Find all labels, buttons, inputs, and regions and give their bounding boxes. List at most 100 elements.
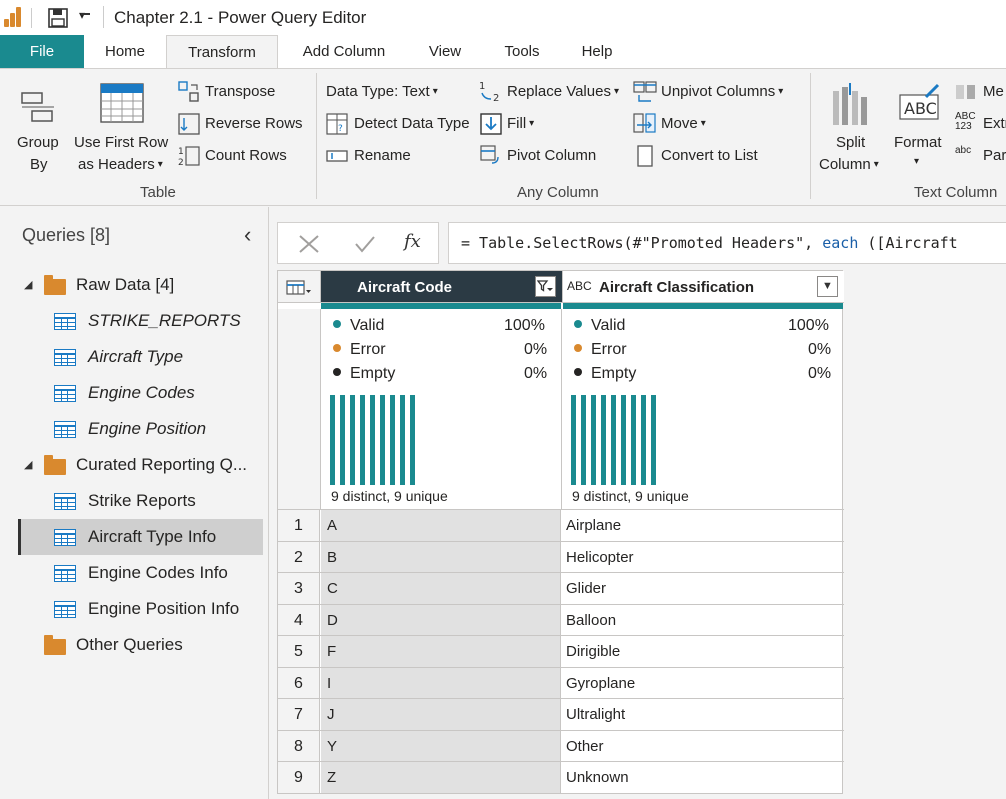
rename-button[interactable]: Rename — [354, 147, 411, 164]
query-group-other-queries[interactable]: Other Queries — [0, 627, 266, 663]
fill-button[interactable]: Fill ▾ — [507, 115, 534, 132]
data-type-dropdown[interactable]: Data Type: Text ▾ — [326, 83, 438, 100]
tab-transform[interactable]: Transform — [166, 35, 278, 69]
cell-aircraft-classification[interactable]: Unknown — [562, 762, 843, 793]
save-icon[interactable] — [48, 8, 68, 28]
merge-columns-icon — [956, 85, 975, 99]
query-item[interactable]: Engine Position Info — [0, 591, 266, 627]
table-row[interactable]: 2 B Helicopter — [278, 540, 844, 573]
table-icon — [54, 601, 76, 618]
empty-percent: 0% — [808, 365, 832, 382]
query-item-label: Strike Reports — [88, 491, 196, 510]
cell-aircraft-code[interactable]: F — [321, 636, 561, 667]
query-group-raw-data[interactable]: ◢ Raw Data [4] — [0, 267, 266, 303]
count-rows-button[interactable]: Count Rows — [205, 147, 287, 164]
cell-aircraft-code[interactable]: I — [321, 667, 561, 699]
query-item-selected[interactable]: Aircraft Type Info — [18, 519, 263, 555]
cell-aircraft-code[interactable]: C — [321, 573, 561, 604]
cell-aircraft-code[interactable]: Z — [321, 762, 561, 793]
tab-home[interactable]: Home — [84, 35, 166, 68]
query-item[interactable]: Aircraft Type — [0, 339, 266, 375]
move-button[interactable]: Move ▾ — [661, 115, 706, 132]
detect-data-type-button[interactable]: Detect Data Type — [354, 115, 470, 132]
divider — [31, 8, 32, 28]
table-row[interactable]: 9 Z Unknown — [278, 761, 844, 793]
expand-triangle-icon[interactable]: ◢ — [24, 267, 32, 303]
table-group-label: Table — [140, 184, 176, 201]
formula-text[interactable]: = Table.SelectRows(#"Promoted Headers", … — [461, 234, 958, 252]
cell-aircraft-code[interactable]: Y — [321, 730, 561, 762]
queries-pane-title: Queries [8] — [22, 225, 111, 245]
unpivot-columns-button[interactable]: Unpivot Columns ▾ — [661, 83, 783, 100]
merge-columns-button[interactable]: Me — [983, 83, 1004, 100]
parse-button[interactable]: Pars — [983, 147, 1006, 164]
use-first-row-as-headers-button[interactable]: Use First Row as Headers ▾ — [72, 81, 176, 191]
cell-aircraft-classification[interactable]: Airplane — [562, 510, 843, 541]
commit-formula-icon[interactable] — [354, 234, 376, 254]
reverse-rows-button[interactable]: Reverse Rows — [205, 115, 303, 132]
cell-aircraft-classification[interactable]: Helicopter — [562, 542, 843, 573]
table-row[interactable]: 6 I Gyroplane — [278, 666, 844, 699]
query-item[interactable]: Engine Codes Info — [0, 555, 266, 591]
text-type-icon[interactable]: ABC — [567, 279, 592, 293]
cell-aircraft-classification[interactable]: Other — [562, 731, 843, 762]
query-item[interactable]: STRIKE_REPORTS — [0, 303, 266, 339]
column-header-label: Aircraft Code — [357, 279, 453, 296]
any-column-group-label: Any Column — [517, 184, 599, 201]
tab-help[interactable]: Help — [562, 35, 632, 68]
cell-aircraft-classification[interactable]: Glider — [562, 573, 843, 604]
collapse-pane-icon[interactable]: ‹ — [244, 222, 251, 248]
table-row[interactable]: 8 Y Other — [278, 729, 844, 762]
table-row[interactable]: 7 J Ultralight — [278, 698, 844, 730]
query-item[interactable]: Engine Position — [0, 411, 266, 447]
cell-aircraft-classification[interactable]: Balloon — [562, 605, 843, 636]
column-header-aircraft-code[interactable]: Aircraft Code — [321, 271, 562, 303]
valid-dot-icon — [574, 320, 582, 328]
split-column-button[interactable]: Split Column ▾ — [816, 81, 888, 191]
fx-icon[interactable]: fx — [404, 231, 421, 252]
query-item-label: Aircraft Type Info — [88, 527, 217, 546]
table-row[interactable]: 4 D Balloon — [278, 603, 844, 636]
table-icon — [54, 529, 76, 546]
expand-triangle-icon[interactable]: ◢ — [24, 447, 32, 483]
table-menu-button[interactable] — [278, 271, 321, 303]
column-header-aircraft-classification[interactable]: ABC Aircraft Classification ▼ — [562, 271, 844, 303]
cell-aircraft-classification[interactable]: Ultralight — [562, 699, 843, 730]
cell-aircraft-code[interactable]: J — [321, 699, 561, 730]
query-item[interactable]: Strike Reports — [0, 483, 266, 519]
tab-add-column[interactable]: Add Column — [282, 35, 406, 68]
query-group-label: Raw Data [4] — [76, 275, 175, 294]
table-row[interactable]: 5 F Dirigible — [278, 635, 844, 667]
extract-button[interactable]: Extr — [983, 115, 1006, 132]
formula-bar-buttons: fx — [277, 222, 439, 264]
format-button[interactable]: ABC Format ▾ — [890, 81, 950, 191]
query-item-label: Engine Position Info — [88, 599, 240, 618]
query-group-curated-reporting[interactable]: ◢ Curated Reporting Q... — [0, 447, 266, 483]
tab-file[interactable]: File — [0, 35, 84, 68]
cell-aircraft-code[interactable]: B — [321, 541, 561, 573]
table-row[interactable]: 1 A Airplane — [278, 509, 844, 541]
quick-access-dropdown-icon[interactable]: ▾ — [79, 8, 85, 22]
window-title: Chapter 2.1 - Power Query Editor — [114, 8, 367, 27]
column-dropdown-icon[interactable]: ▼ — [817, 276, 838, 297]
empty-dot-icon — [333, 368, 341, 376]
pivot-column-button[interactable]: Pivot Column — [507, 147, 596, 164]
query-item[interactable]: Engine Codes — [0, 375, 266, 411]
cell-aircraft-classification[interactable]: Dirigible — [562, 636, 843, 667]
tab-tools[interactable]: Tools — [486, 35, 558, 68]
cancel-formula-icon[interactable] — [298, 234, 320, 254]
group-by-button[interactable]: Group By — [10, 81, 70, 191]
cell-aircraft-code[interactable]: A — [321, 510, 561, 541]
cell-aircraft-classification[interactable]: Gyroplane — [562, 668, 843, 699]
transpose-button[interactable]: Transpose — [205, 83, 275, 100]
filter-applied-icon[interactable] — [535, 276, 556, 297]
distribution-bar — [370, 395, 375, 485]
table-row[interactable]: 3 C Glider — [278, 572, 844, 604]
error-percent: 0% — [524, 341, 548, 358]
replace-values-button[interactable]: Replace Values ▾ — [507, 83, 619, 100]
distribution-bar — [571, 395, 576, 485]
cell-aircraft-code[interactable]: D — [321, 604, 561, 636]
convert-to-list-button[interactable]: Convert to List — [661, 147, 758, 164]
tab-view[interactable]: View — [410, 35, 480, 68]
formula-bar[interactable]: = Table.SelectRows(#"Promoted Headers", … — [448, 222, 1006, 264]
